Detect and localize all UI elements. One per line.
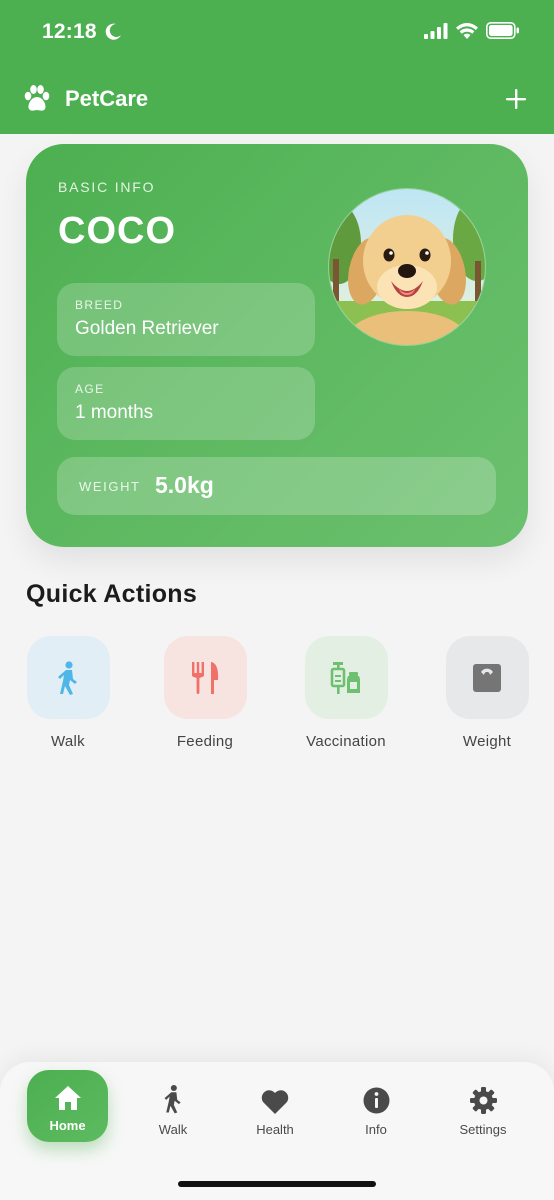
- vaccine-icon: [330, 661, 360, 694]
- signal-icon: [424, 22, 448, 39]
- walk-tile[interactable]: [26, 636, 110, 719]
- app-title: PetCare: [65, 86, 149, 111]
- nav-home[interactable]: Home: [27, 1070, 108, 1142]
- breed-box: BREED Golden Retriever: [57, 283, 315, 356]
- info-icon: [363, 1087, 389, 1114]
- paw-icon: [24, 85, 50, 111]
- nav-health-label: Health: [256, 1122, 294, 1137]
- battery-icon: [486, 22, 519, 39]
- status-time-text: 12:18: [42, 20, 97, 43]
- fork-knife-icon: [192, 661, 219, 694]
- status-time: 12:18: [42, 20, 123, 44]
- nav-walk[interactable]: Walk: [133, 1082, 213, 1137]
- quick-action-weight[interactable]: Weight: [427, 636, 547, 750]
- age-box: AGE 1 months: [57, 367, 315, 440]
- quick-action-vaccination[interactable]: Vaccination: [286, 636, 406, 750]
- breed-label: BREED: [75, 298, 124, 312]
- age-label: AGE: [75, 382, 105, 396]
- walk-icon: [164, 1084, 181, 1114]
- nav-health[interactable]: Health: [235, 1082, 315, 1137]
- weight-tile[interactable]: [445, 636, 529, 719]
- quick-action-feeding[interactable]: Feeding: [145, 636, 265, 750]
- feeding-tile[interactable]: [163, 636, 247, 719]
- wifi-icon: [456, 23, 478, 39]
- gear-icon: [469, 1087, 497, 1114]
- quick-action-walk[interactable]: Walk: [8, 636, 128, 750]
- home-indicator: [178, 1181, 376, 1187]
- nav-walk-label: Walk: [158, 1122, 188, 1137]
- weight-action-label: Weight: [462, 733, 512, 750]
- weight-box: WEIGHT 5.0kg: [57, 457, 496, 515]
- app-bar: PetCare: [0, 64, 554, 134]
- bottom-navigation: Home Walk Health Info Settings: [0, 1062, 554, 1200]
- pet-avatar[interactable]: [328, 188, 486, 346]
- quick-actions-title: Quick Actions: [26, 580, 198, 608]
- walk-label: Walk: [51, 733, 85, 750]
- vaccination-label: Vaccination: [306, 733, 386, 750]
- breed-value: Golden Retriever: [75, 318, 219, 339]
- nav-settings[interactable]: Settings: [443, 1082, 523, 1137]
- nav-info[interactable]: Info: [336, 1082, 416, 1137]
- scale-icon: [473, 663, 501, 692]
- feeding-label: Feeding: [176, 733, 234, 750]
- nav-info-label: Info: [365, 1122, 387, 1137]
- home-icon: [54, 1086, 81, 1110]
- nav-home-label: Home: [49, 1118, 86, 1133]
- heart-icon: [261, 1090, 289, 1114]
- pet-info-card[interactable]: BASIC INFO COCO BREED Golden Retriever A…: [26, 144, 528, 547]
- vaccination-tile[interactable]: [304, 636, 388, 719]
- age-value: 1 months: [75, 402, 154, 423]
- weight-label: WEIGHT: [79, 479, 141, 494]
- status-bar: 12:18: [0, 0, 554, 64]
- nav-settings-label: Settings: [459, 1122, 507, 1137]
- puppy-illustration: [329, 189, 485, 345]
- moon-icon: [105, 23, 121, 40]
- walk-icon: [58, 660, 77, 695]
- pet-name: COCO: [58, 210, 176, 252]
- plus-icon: [506, 89, 526, 109]
- basic-info-label: BASIC INFO: [58, 179, 156, 195]
- status-icons: [424, 22, 520, 39]
- add-pet-button[interactable]: [496, 79, 536, 119]
- weight-value: 5.0kg: [155, 472, 214, 498]
